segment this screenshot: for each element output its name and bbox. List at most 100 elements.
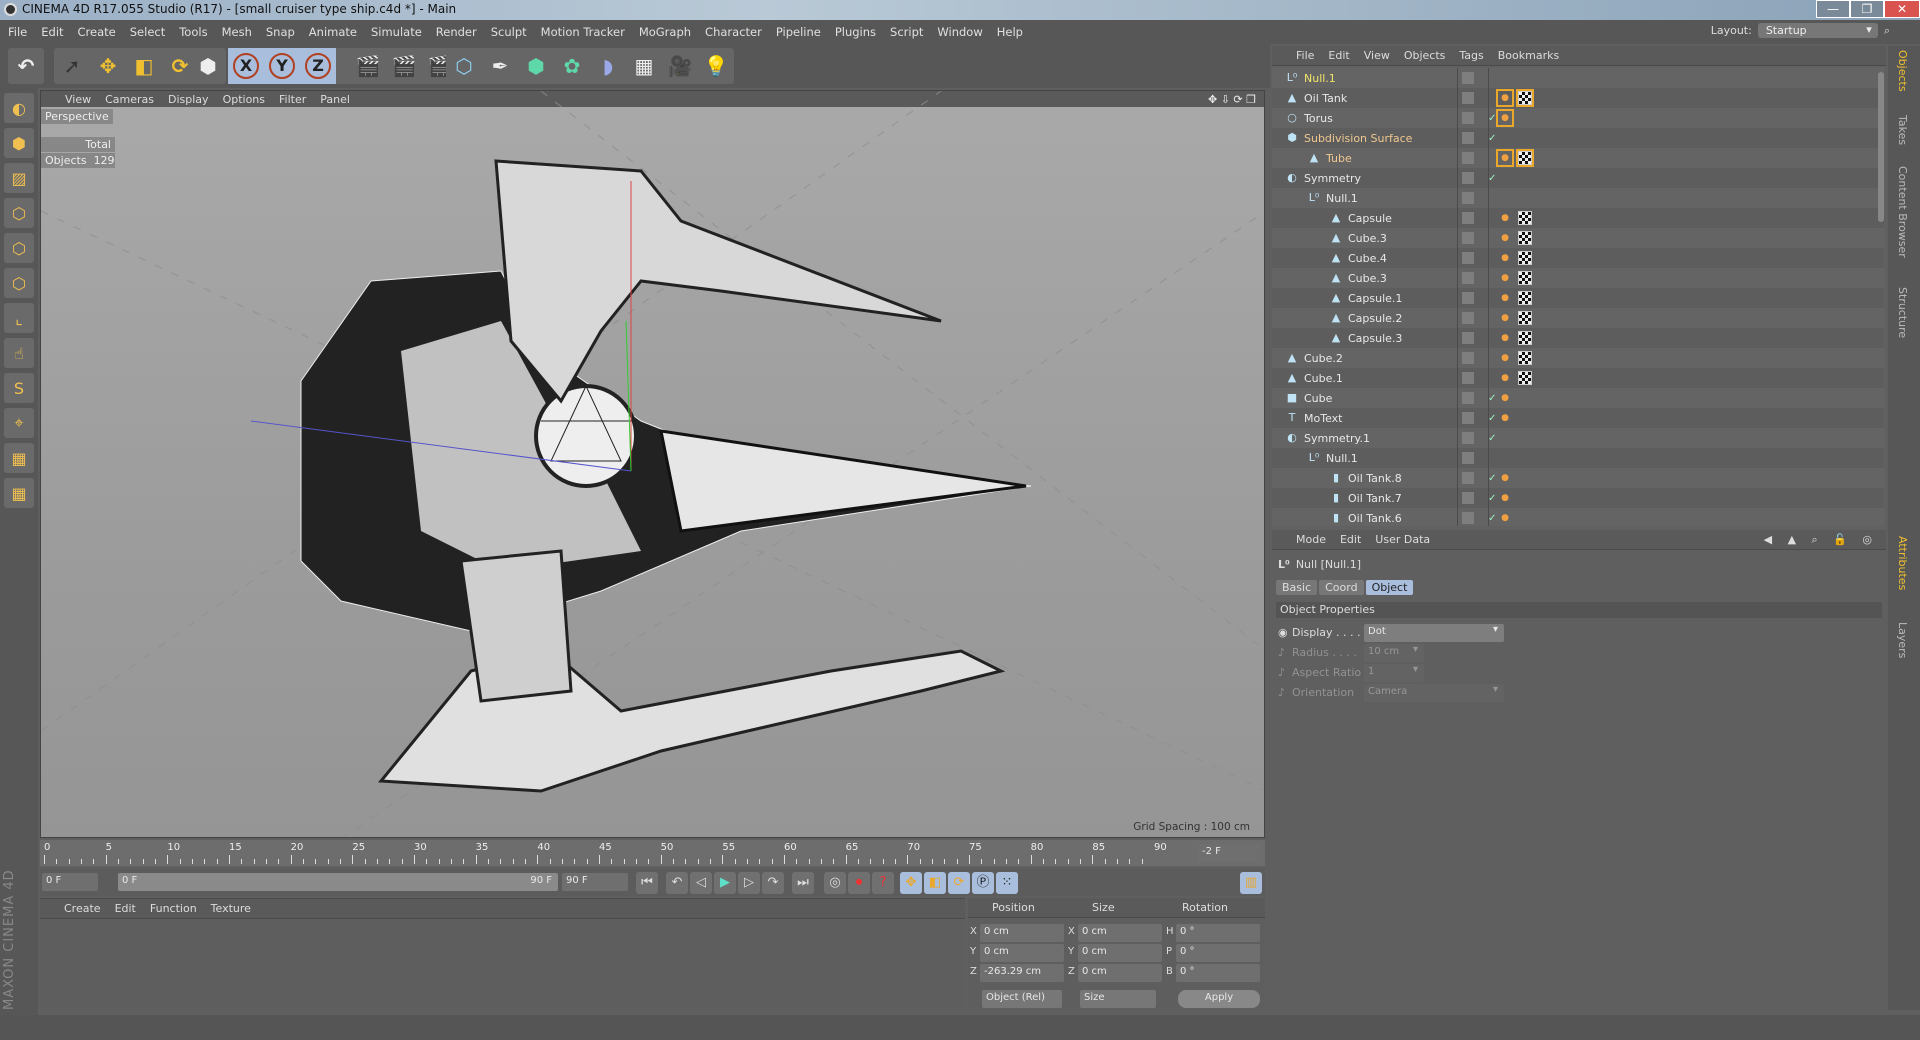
recent-tool-button[interactable]: ⬢ — [190, 48, 226, 84]
attribute-nav-icons[interactable]: ◀ ▲ ⌕ 🔓 ◎ — [1764, 533, 1878, 547]
tweak-mode-icon[interactable]: ☝ — [4, 338, 34, 368]
side-tab-attributes[interactable]: Attributes — [1896, 536, 1909, 590]
object-row[interactable]: ▲ Cube.2 ● — [1272, 348, 1884, 368]
visibility-toggle[interactable] — [1462, 172, 1474, 184]
visibility-toggle[interactable] — [1462, 272, 1474, 284]
make-editable-icon[interactable]: ⬢ — [4, 128, 34, 158]
light-button[interactable]: 💡 — [698, 48, 734, 84]
menu-select[interactable]: Select — [130, 25, 165, 39]
previous-frame-button[interactable]: ◁ — [690, 872, 712, 894]
menu-help[interactable]: Help — [997, 25, 1023, 39]
autokey-button[interactable]: ⏺ — [848, 872, 870, 894]
menu-pipeline[interactable]: Pipeline — [776, 25, 821, 39]
viewport-nav-icons[interactable]: ✥ ⇩ ⟳ ❐ — [1208, 93, 1256, 106]
property-animate-icon[interactable]: ♪ — [1278, 646, 1285, 659]
menu-file[interactable]: File — [8, 25, 27, 39]
visibility-toggle[interactable] — [1462, 352, 1474, 364]
material-tag-icon[interactable] — [1518, 251, 1532, 265]
attribute-tab-coord[interactable]: Coord — [1319, 580, 1364, 595]
key-parameter-button[interactable]: Ⓟ — [972, 872, 994, 894]
menu-tools[interactable]: Tools — [179, 25, 207, 39]
material-tag-icon[interactable] — [1518, 231, 1532, 245]
search-icon[interactable]: ⌕ — [1884, 24, 1890, 38]
key-rotation-button[interactable]: ⟳ — [948, 872, 970, 894]
object-row[interactable]: L⁰ Null.1 — [1272, 188, 1884, 208]
object-menu-objects[interactable]: Objects — [1404, 49, 1446, 62]
enabled-check-icon[interactable]: ✓ — [1488, 473, 1496, 484]
deformer-button[interactable]: ◗ — [590, 48, 626, 84]
coord-pv-field[interactable]: -263.29 cm — [980, 964, 1064, 982]
key-scale-button[interactable]: ◧ — [924, 872, 946, 894]
lock-workplane-icon[interactable]: ▦ — [4, 443, 34, 473]
material-menu-texture[interactable]: Texture — [211, 902, 251, 915]
start-frame-field[interactable]: 0 F — [42, 873, 98, 891]
visibility-toggle[interactable] — [1462, 372, 1474, 384]
menu-motion-tracker[interactable]: Motion Tracker — [541, 25, 625, 39]
coord-mode-dropdown[interactable]: Object (Rel) — [982, 990, 1062, 1008]
apply-button[interactable]: Apply — [1178, 990, 1260, 1008]
visibility-toggle[interactable] — [1462, 432, 1474, 444]
visibility-toggle[interactable] — [1462, 132, 1474, 144]
phong-tag-icon[interactable]: ● — [1498, 211, 1512, 225]
viewport-solo-icon[interactable]: ◐ — [4, 93, 34, 123]
subdivision-button[interactable]: ⬢ — [518, 48, 554, 84]
object-row[interactable]: ▮ Oil Tank.8 ✓ ● — [1272, 468, 1884, 488]
material-tag-icon[interactable] — [1518, 331, 1532, 345]
camera-button[interactable]: 🎥 — [662, 48, 698, 84]
menu-simulate[interactable]: Simulate — [371, 25, 422, 39]
coord-sv-field[interactable]: 0 cm — [1078, 964, 1162, 982]
visibility-toggle[interactable] — [1462, 412, 1474, 424]
cube-button[interactable]: ⬡ — [446, 48, 482, 84]
phong-tag-icon[interactable]: ● — [1498, 491, 1512, 505]
object-row[interactable]: ▲ Cube.3 ● — [1272, 268, 1884, 288]
planar-workplane-icon[interactable]: ▦ — [4, 478, 34, 508]
visibility-toggle[interactable] — [1462, 212, 1474, 224]
live-selection-button[interactable]: ➚ — [54, 48, 90, 84]
coord-sv-field[interactable]: 0 cm — [1078, 924, 1162, 942]
timeline-button[interactable]: ▥ — [1240, 872, 1262, 894]
side-tab-objects[interactable]: Objects — [1896, 50, 1909, 92]
undo-button[interactable]: ↶ — [8, 48, 44, 84]
polygons-mode-icon[interactable]: ⬡ — [4, 268, 34, 298]
current-frame-field[interactable]: -2 F — [1198, 844, 1260, 862]
attribute-menu-edit[interactable]: Edit — [1340, 533, 1361, 546]
visibility-toggle[interactable] — [1462, 492, 1474, 504]
range-slider[interactable]: 0 F 90 F — [118, 873, 558, 891]
material-menu-create[interactable]: Create — [64, 902, 101, 915]
visibility-toggle[interactable] — [1462, 232, 1474, 244]
material-menu-function[interactable]: Function — [150, 902, 197, 915]
object-row[interactable]: ▮ Oil Tank.6 ✓ ● — [1272, 508, 1884, 526]
object-menu-edit[interactable]: Edit — [1328, 49, 1349, 62]
object-row[interactable]: T MoText ✓ ● — [1272, 408, 1884, 428]
visibility-toggle[interactable] — [1462, 472, 1474, 484]
object-menu-file[interactable]: File — [1296, 49, 1314, 62]
edges-mode-icon[interactable]: ⬡ — [4, 233, 34, 263]
enabled-check-icon[interactable]: ✓ — [1488, 513, 1496, 524]
property-animate-icon[interactable]: ♪ — [1278, 686, 1285, 699]
property-animate-icon[interactable]: ◉ — [1278, 626, 1288, 639]
material-tag-icon[interactable] — [1518, 291, 1532, 305]
enabled-check-icon[interactable]: ✓ — [1488, 493, 1496, 504]
attribute-menu-user-data[interactable]: User Data — [1375, 533, 1430, 546]
minimize-button[interactable]: — — [1816, 0, 1850, 18]
scale-button[interactable]: ◧ — [126, 48, 162, 84]
y-axis-button[interactable]: Y — [264, 48, 300, 84]
phong-tag-icon[interactable]: ● — [1498, 351, 1512, 365]
object-row[interactable]: ▲ Capsule.1 ● — [1272, 288, 1884, 308]
render-view-button[interactable]: 🎬 — [350, 48, 386, 84]
object-row[interactable]: ○ Torus ✓ ● — [1272, 108, 1884, 128]
object-row[interactable]: ▲ Cube.1 ● — [1272, 368, 1884, 388]
visibility-toggle[interactable] — [1462, 152, 1474, 164]
phong-tag-icon[interactable]: ● — [1498, 411, 1512, 425]
enabled-check-icon[interactable]: ✓ — [1488, 393, 1496, 404]
timeline-ruler[interactable]: -2 F 0 5 10 15 20 25 30 35 40 45 50 55 60 65 70 75 80 85 9… — [40, 840, 1265, 866]
visibility-toggle[interactable] — [1462, 512, 1474, 524]
visibility-toggle[interactable] — [1462, 192, 1474, 204]
previous-key-button[interactable]: ↶ — [666, 872, 688, 894]
viewport[interactable]: View Cameras Display Options Filter Panel Per… — [40, 90, 1265, 838]
side-tab-takes[interactable]: Takes — [1896, 115, 1909, 145]
material-tag-icon[interactable] — [1518, 271, 1532, 285]
x-axis-button[interactable]: X — [228, 48, 264, 84]
object-row[interactable]: ▲ Oil Tank ● — [1272, 88, 1884, 108]
go-to-start-button[interactable]: ⏮ — [636, 872, 658, 894]
